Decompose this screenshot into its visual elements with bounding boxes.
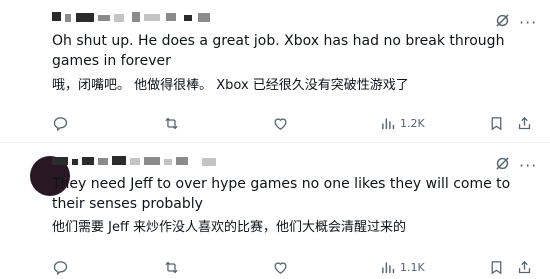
views-count: 1.2K [400, 116, 425, 130]
share-button[interactable] [516, 257, 533, 277]
like-icon [274, 261, 287, 274]
tweet-text: They need Jeff to over hype games no one… [52, 176, 511, 212]
like-button[interactable] [272, 257, 289, 277]
like-icon [274, 117, 287, 130]
tweet-text: Oh shut up. He does a great job. Xbox ha… [52, 33, 505, 69]
redacted-username [52, 154, 222, 168]
more-icon[interactable]: ··· [519, 156, 537, 175]
share-icon [518, 260, 531, 273]
views-button[interactable]: 1.1K [380, 257, 425, 277]
redacted-username [52, 10, 217, 24]
tweet-translation: 他们需要 Jeff 来炒作没人喜欢的比赛，他们大概会清醒过来的 [52, 220, 407, 235]
share-icon [518, 116, 531, 129]
tweet-actions: 1.1K [52, 257, 538, 277]
views-icon [382, 262, 395, 273]
tweet-translation: 哦，闭嘴吧。 他做得很棒。 Xbox 已经很久没有突破性游戏了 [52, 78, 409, 93]
grok-icon[interactable] [494, 12, 511, 29]
bookmark-icon [491, 116, 502, 130]
grok-icon[interactable] [494, 155, 511, 172]
share-button[interactable] [516, 113, 533, 133]
bookmark-button[interactable] [488, 257, 505, 277]
retweet-button[interactable] [163, 257, 180, 277]
views-icon [382, 118, 395, 129]
reply-icon [53, 260, 68, 275]
retweet-button[interactable] [163, 113, 180, 133]
more-icon[interactable]: ··· [519, 13, 537, 32]
views-count: 1.1K [400, 260, 425, 274]
views-button[interactable]: 1.2K [380, 113, 425, 133]
like-button[interactable] [272, 113, 289, 133]
tweet[interactable]: ··· They need Jeff to over hype games no… [0, 143, 550, 279]
bookmark-button[interactable] [488, 113, 505, 133]
retweet-icon [165, 261, 178, 273]
reply-button[interactable] [52, 113, 69, 133]
retweet-icon [165, 117, 178, 129]
bookmark-icon [491, 260, 502, 274]
tweet-actions: 1.2K [52, 113, 538, 133]
reply-button[interactable] [52, 257, 69, 277]
reply-icon [53, 116, 68, 131]
tweet[interactable]: ··· Oh shut up. He does a great job. Xbo… [0, 0, 550, 142]
